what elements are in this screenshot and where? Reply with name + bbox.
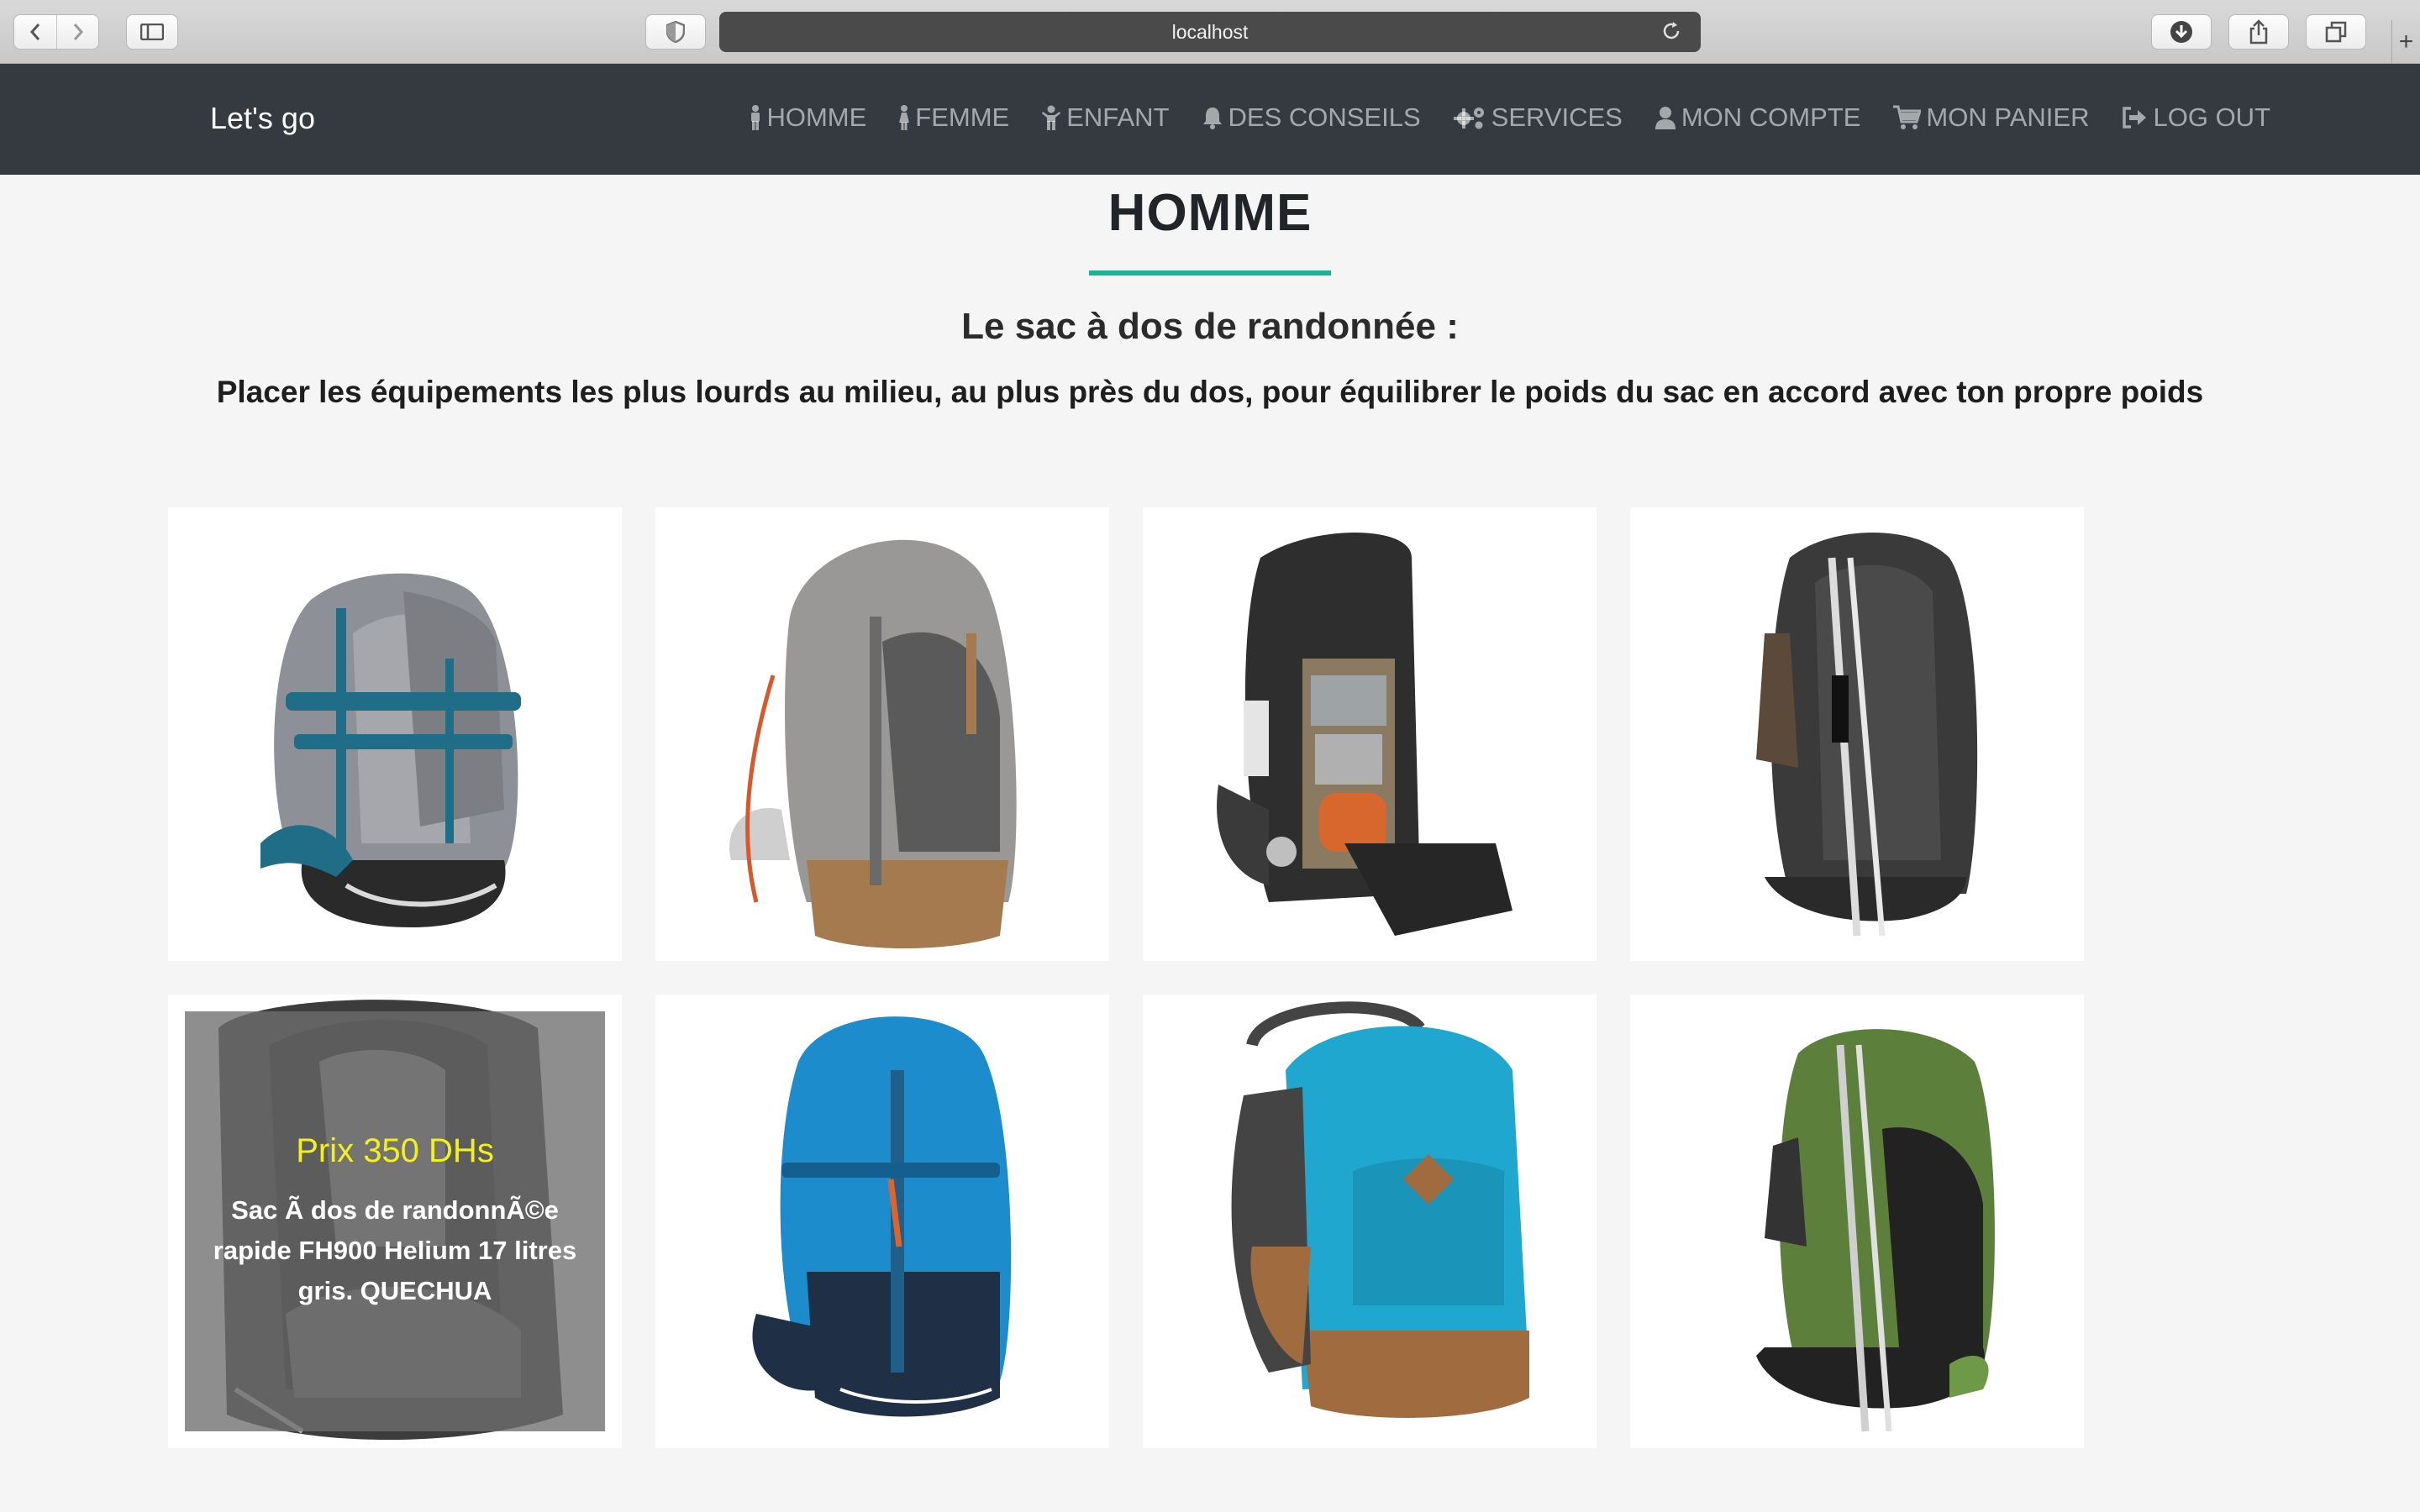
nav-item-services[interactable]: SERVICES (1453, 102, 1623, 133)
nav-item-des-conseils[interactable]: DES CONSEILS (1202, 102, 1421, 133)
site-navbar: Let's go HOMME FEMME ENFANT DES CONSEILS… (0, 64, 2420, 175)
backpack-grey-tan-image (729, 539, 1017, 948)
sidebar-icon (140, 24, 164, 40)
privacy-report-button[interactable] (645, 14, 706, 50)
page-title: HOMME (1107, 184, 1313, 242)
nav-item-label: MON COMPTE (1681, 102, 1861, 132)
product-card[interactable] (1630, 507, 2084, 961)
browser-toolbar: localhost + (0, 0, 2420, 64)
download-icon (2170, 21, 2192, 43)
plus-icon: + (2398, 28, 2414, 55)
backpack-blue-image (752, 1016, 1012, 1417)
nav-item-label: HOMME (766, 102, 867, 132)
tabs-icon (2325, 21, 2347, 43)
product-price: Prix 350 DHs (296, 1131, 494, 1169)
product-card[interactable] (655, 507, 1109, 961)
back-button[interactable] (14, 15, 56, 49)
advice-text: Placer les équipements les plus lourds a… (216, 375, 2204, 409)
nav-item-label: SERVICES (1491, 102, 1623, 132)
product-description: Sac Ã dos de randonnÃ©e rapide FH900 Hel… (213, 1194, 577, 1305)
main-menu: HOMME FEMME ENFANT DES CONSEILS SERVICES… (750, 102, 2270, 133)
product-card[interactable] (1143, 507, 1597, 961)
address-bar[interactable]: localhost (719, 12, 1701, 52)
section-subtitle: Le sac à dos de randonnée : (961, 306, 1459, 347)
backpack-grey-blue-image (260, 573, 521, 927)
nav-item-homme[interactable]: HOMME (750, 102, 866, 133)
url-text: localhost (1171, 20, 1249, 43)
forward-button[interactable] (56, 15, 98, 49)
user-icon (1655, 107, 1676, 129)
bell-icon (1202, 108, 1222, 129)
shield-icon (666, 21, 685, 43)
male-icon (751, 105, 760, 130)
share-button[interactable] (2228, 14, 2289, 50)
product-card[interactable] (1630, 995, 2084, 1448)
child-icon (1042, 105, 1061, 130)
nav-item-log-out[interactable]: LOG OUT (2121, 102, 2270, 133)
nav-item-label: FEMME (915, 102, 1010, 132)
backpack-dark-grey-image (1756, 533, 1978, 937)
nav-item-label: ENFANT (1066, 102, 1170, 132)
nav-item-label: DES CONSEILS (1228, 102, 1421, 132)
history-nav (13, 14, 99, 50)
downloads-button[interactable] (2151, 14, 2212, 50)
title-underline (1089, 270, 1331, 276)
share-icon (2249, 19, 2268, 45)
product-card[interactable] (168, 507, 622, 961)
nav-item-label: MON PANIER (1926, 102, 2090, 132)
chevron-right-icon (73, 24, 83, 40)
female-icon (899, 105, 910, 130)
backpack-green-image (1756, 1029, 1995, 1432)
cart-icon (1893, 105, 1922, 129)
product-hover-overlay: Prix 350 DHs Sac Ã dos de randonnÃ©e rap… (185, 1011, 605, 1431)
nav-item-femme[interactable]: FEMME (898, 102, 1009, 133)
sign-out-icon (2123, 107, 2147, 129)
gears-icon (1453, 108, 1484, 129)
nav-item-mon-compte[interactable]: MON COMPTE (1655, 102, 1861, 133)
chevron-left-icon (29, 24, 40, 40)
product-card[interactable] (655, 995, 1109, 1448)
product-card[interactable] (1143, 995, 1597, 1448)
nav-item-mon-panier[interactable]: MON PANIER (1892, 102, 2089, 133)
backpack-turquoise-image (1231, 1001, 1529, 1418)
tabs-overview-button[interactable] (2306, 14, 2366, 50)
nav-item-label: LOG OUT (2153, 102, 2270, 132)
product-card-hovered[interactable]: Prix 350 DHs Sac Ã dos de randonnÃ©e rap… (168, 995, 622, 1448)
sidebar-toggle-button[interactable] (126, 14, 178, 50)
brand-logo[interactable]: Let's go (210, 101, 315, 136)
nav-item-enfant[interactable]: ENFANT (1041, 102, 1170, 133)
reload-icon[interactable] (1660, 20, 1682, 42)
new-tab-button[interactable]: + (2391, 20, 2420, 64)
backpack-black-open-image (1217, 533, 1512, 936)
